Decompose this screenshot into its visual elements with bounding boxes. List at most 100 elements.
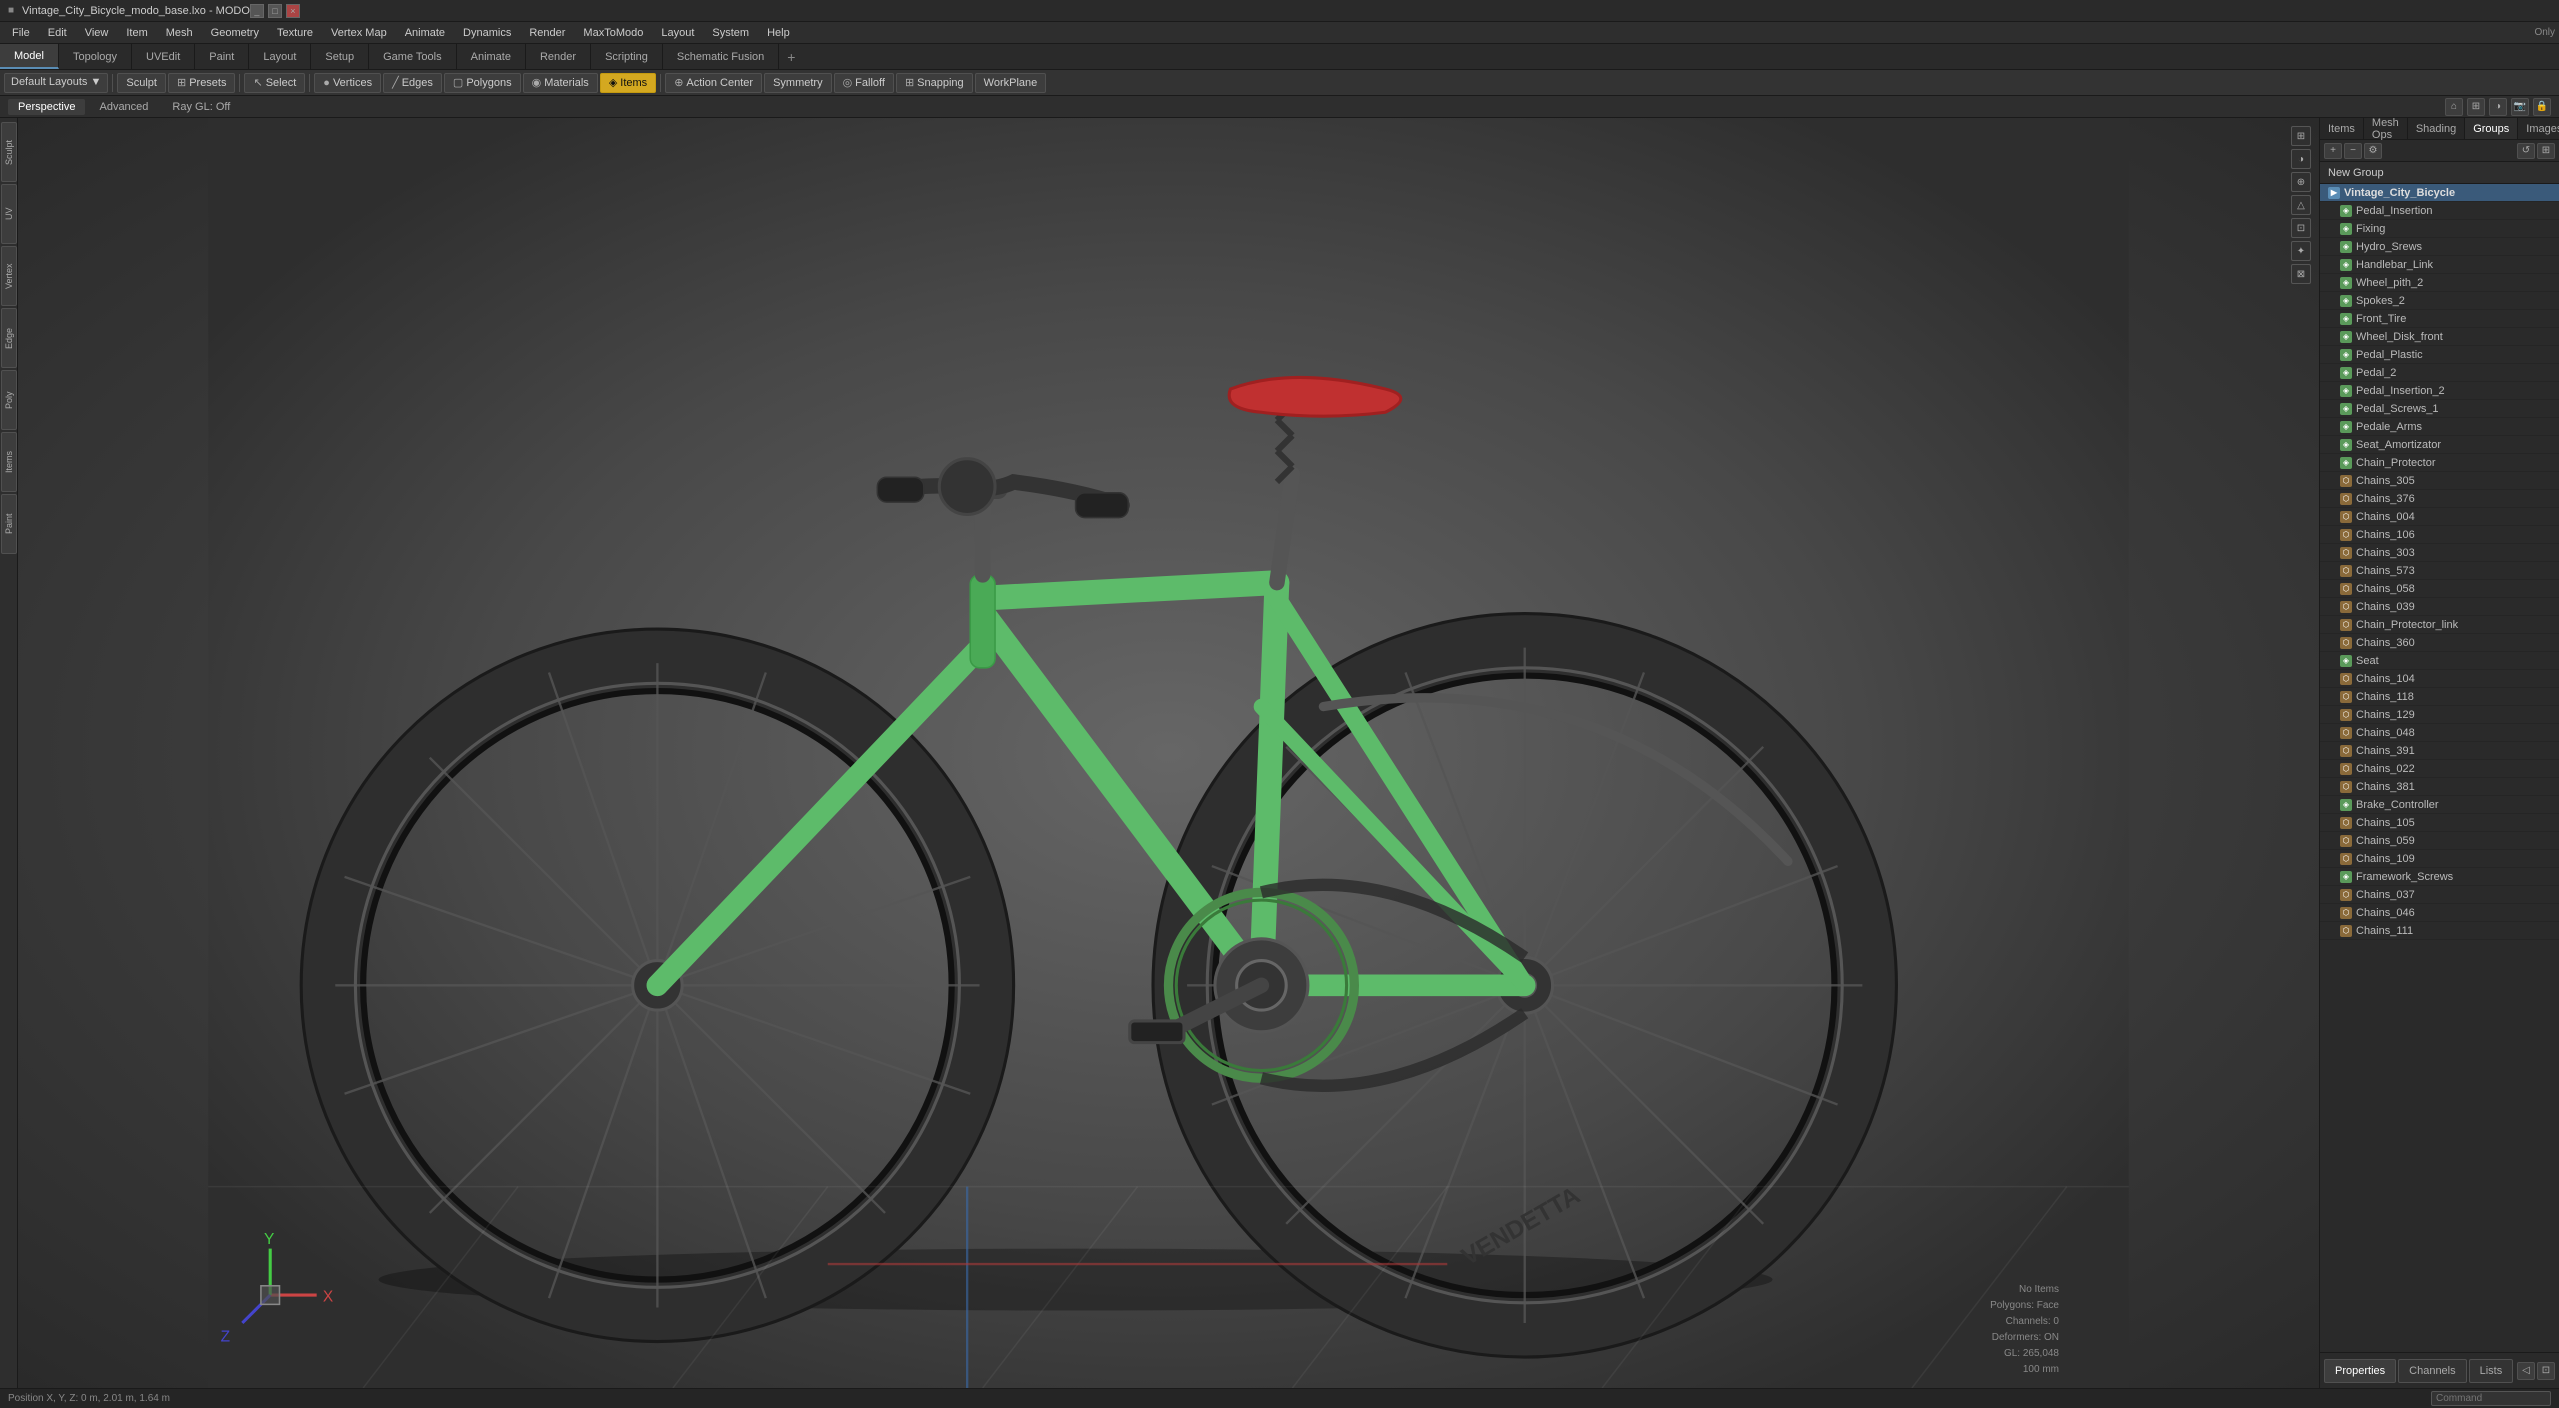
scene-item[interactable]: ⬡Chains_118 <box>2320 688 2559 706</box>
menu-dynamics[interactable]: Dynamics <box>455 25 519 41</box>
scene-item[interactable]: ◈Fixing <box>2320 220 2559 238</box>
viewport-camera-btn[interactable]: 📷 <box>2511 98 2529 116</box>
snapping-button[interactable]: ⊞ Snapping <box>896 73 973 93</box>
scene-item[interactable]: ◈Pedal_Plastic <box>2320 346 2559 364</box>
menu-texture[interactable]: Texture <box>269 25 321 41</box>
scene-item[interactable]: ◈Framework_Screws <box>2320 868 2559 886</box>
tab-uvedit[interactable]: UVEdit <box>132 44 195 69</box>
panel-refresh-btn[interactable]: ↺ <box>2517 143 2535 159</box>
scene-item[interactable]: ⬡Chains_022 <box>2320 760 2559 778</box>
scene-item[interactable]: ⬡Chains_573 <box>2320 562 2559 580</box>
add-tab-button[interactable]: + <box>779 45 803 69</box>
scene-item[interactable]: ◈Wheel_pith_2 <box>2320 274 2559 292</box>
tab-animate[interactable]: Animate <box>457 44 526 69</box>
symmetry-button[interactable]: Symmetry <box>764 73 832 93</box>
workplane-button[interactable]: WorkPlane <box>975 73 1047 93</box>
command-input[interactable] <box>2431 1391 2551 1406</box>
tab-render[interactable]: Render <box>526 44 591 69</box>
action-center-button[interactable]: ⊕ Action Center <box>665 73 762 93</box>
tab-topology[interactable]: Topology <box>59 44 132 69</box>
scene-item[interactable]: ⬡Chains_129 <box>2320 706 2559 724</box>
scene-item[interactable]: ◈Seat_Amortizator <box>2320 436 2559 454</box>
scene-item[interactable]: ⬡Chains_305 <box>2320 472 2559 490</box>
tab-game-tools[interactable]: Game Tools <box>369 44 457 69</box>
menu-mesh[interactable]: Mesh <box>158 25 201 41</box>
panel-delete-btn[interactable]: − <box>2344 143 2362 159</box>
scene-item[interactable]: ⬡Chains_376 <box>2320 490 2559 508</box>
scene-item[interactable]: ⬡Chains_105 <box>2320 814 2559 832</box>
panel-filter-btn[interactable]: ⊞ <box>2537 143 2555 159</box>
scene-item[interactable]: ◈Pedal_Screws_1 <box>2320 400 2559 418</box>
vp-icon-6[interactable]: ✦ <box>2291 241 2311 261</box>
sidebar-vertex-btn[interactable]: Vertex <box>1 246 17 306</box>
scene-item[interactable]: ▶Vintage_City_Bicycle <box>2320 184 2559 202</box>
scene-item[interactable]: ⬡Chains_381 <box>2320 778 2559 796</box>
scene-list[interactable]: ▶Vintage_City_Bicycle◈Pedal_Insertion◈Fi… <box>2320 184 2559 1352</box>
menu-help[interactable]: Help <box>759 25 798 41</box>
sidebar-edge-btn[interactable]: Edge <box>1 308 17 368</box>
properties-tab[interactable]: Properties <box>2324 1359 2396 1383</box>
3d-viewport[interactable]: VENDETTA X Y Z <box>18 118 2319 1388</box>
falloff-button[interactable]: ◎ Falloff <box>834 73 894 93</box>
menu-file[interactable]: File <box>4 25 38 41</box>
scene-item[interactable]: ◈Hydro_Srews <box>2320 238 2559 256</box>
tab-items[interactable]: Items <box>2320 118 2364 139</box>
tab-schematic[interactable]: Schematic Fusion <box>663 44 779 69</box>
menu-item[interactable]: Item <box>118 25 155 41</box>
scene-item[interactable]: ⬡Chain_Protector_link <box>2320 616 2559 634</box>
presets-button[interactable]: ⊞ Presets <box>168 73 236 93</box>
viewport-perspective-tab[interactable]: Perspective <box>8 99 85 115</box>
tab-shading[interactable]: Shading <box>2408 118 2465 139</box>
scene-item[interactable]: ⬡Chains_037 <box>2320 886 2559 904</box>
menu-view[interactable]: View <box>77 25 117 41</box>
edges-button[interactable]: ╱ Edges <box>383 73 442 93</box>
sidebar-paint-btn[interactable]: Paint <box>1 494 17 554</box>
menu-render[interactable]: Render <box>521 25 573 41</box>
bottom-settings-btn[interactable]: ⊡ <box>2537 1362 2555 1380</box>
menu-geometry[interactable]: Geometry <box>203 25 267 41</box>
vp-icon-5[interactable]: ⊡ <box>2291 218 2311 238</box>
scene-item[interactable]: ⬡Chains_106 <box>2320 526 2559 544</box>
materials-button[interactable]: ◉ Materials <box>523 73 598 93</box>
panel-gear-btn[interactable]: ⚙ <box>2364 143 2382 159</box>
tab-images[interactable]: Images <box>2518 118 2559 139</box>
menu-vertex-map[interactable]: Vertex Map <box>323 25 395 41</box>
layout-dropdown[interactable]: Default Layouts ▼ <box>4 73 108 93</box>
scene-item[interactable]: ⬡Chains_048 <box>2320 724 2559 742</box>
scene-item[interactable]: ⬡Chains_104 <box>2320 670 2559 688</box>
menu-system[interactable]: System <box>704 25 757 41</box>
scene-item[interactable]: ⬡Chains_109 <box>2320 850 2559 868</box>
scene-item[interactable]: ⬡Chains_360 <box>2320 634 2559 652</box>
scene-item[interactable]: ⬡Chains_111 <box>2320 922 2559 940</box>
menu-maxtomodo[interactable]: MaxToModo <box>575 25 651 41</box>
menu-animate[interactable]: Animate <box>397 25 453 41</box>
viewport-advanced-tab[interactable]: Advanced <box>89 99 158 115</box>
polygons-button[interactable]: ▢ Polygons <box>444 73 521 93</box>
close-button[interactable]: × <box>286 4 300 18</box>
scene-item[interactable]: ⬡Chains_391 <box>2320 742 2559 760</box>
items-button[interactable]: ◈ Items <box>600 73 656 93</box>
minimize-button[interactable]: _ <box>250 4 264 18</box>
scene-item[interactable]: ⬡Chains_046 <box>2320 904 2559 922</box>
channels-tab[interactable]: Channels <box>2398 1359 2466 1383</box>
vertices-button[interactable]: ● Vertices <box>314 73 381 93</box>
tab-mesh-ops[interactable]: Mesh Ops <box>2364 118 2408 139</box>
scene-item[interactable]: ⬡Chains_303 <box>2320 544 2559 562</box>
vp-icon-4[interactable]: △ <box>2291 195 2311 215</box>
menu-layout[interactable]: Layout <box>653 25 702 41</box>
viewport-home-btn[interactable]: ⌂ <box>2445 98 2463 116</box>
scene-item[interactable]: ◈Handlebar_Link <box>2320 256 2559 274</box>
sidebar-items-btn[interactable]: Items <box>1 432 17 492</box>
tab-groups[interactable]: Groups <box>2465 118 2518 139</box>
viewport-raygl-tab[interactable]: Ray GL: Off <box>162 99 240 115</box>
scene-item[interactable]: ⬡Chains_058 <box>2320 580 2559 598</box>
sidebar-poly-btn[interactable]: Poly <box>1 370 17 430</box>
scene-item[interactable]: ◈Pedale_Arms <box>2320 418 2559 436</box>
scene-item[interactable]: ◈Seat <box>2320 652 2559 670</box>
viewport-mesh-ops-btn[interactable]: ⊞ <box>2467 98 2485 116</box>
window-controls[interactable]: _ □ × <box>250 4 300 18</box>
scene-item[interactable]: ◈Wheel_Disk_front <box>2320 328 2559 346</box>
tab-scripting[interactable]: Scripting <box>591 44 663 69</box>
viewport-shading-btn[interactable]: ◑ <box>2489 98 2507 116</box>
sidebar-uv-btn[interactable]: UV <box>1 184 17 244</box>
